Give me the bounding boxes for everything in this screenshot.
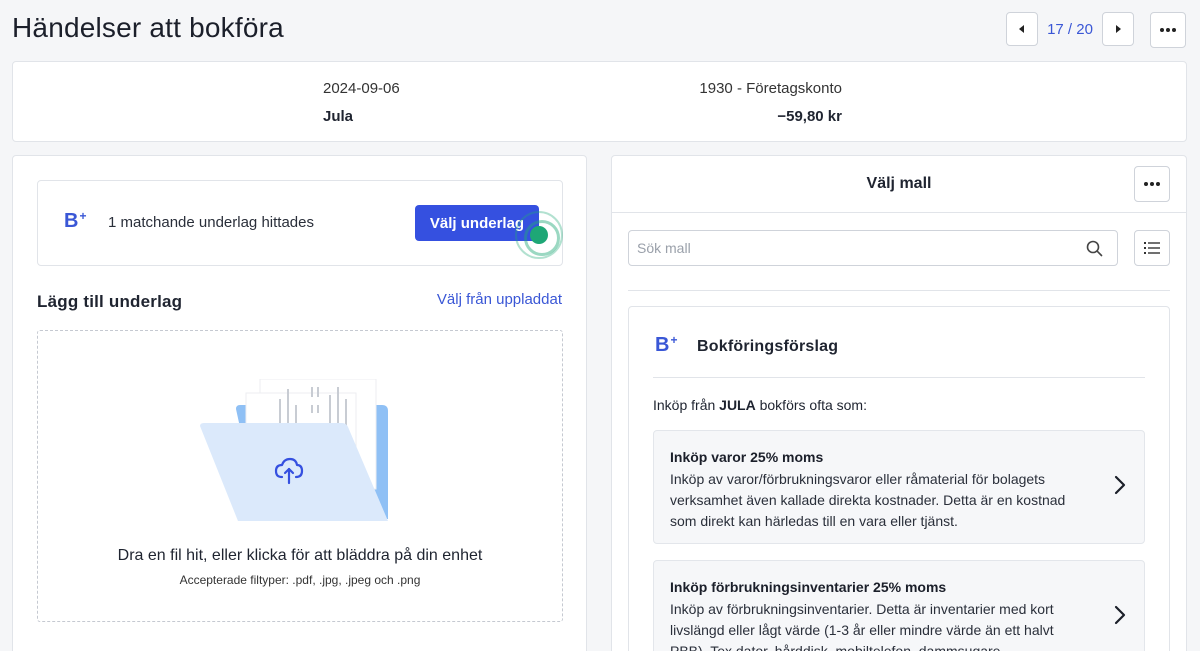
template-search-input[interactable] xyxy=(637,231,1077,265)
transaction-account: 1930 - Företagskonto xyxy=(699,80,842,97)
list-icon xyxy=(1144,242,1160,254)
transaction-amount: −59,80 kr xyxy=(777,108,842,125)
caret-left-icon xyxy=(1019,25,1024,33)
option-description: Inköp av varor/förbrukningsvaror eller r… xyxy=(670,471,1066,529)
file-dropzone[interactable]: Dra en fil hit, eller klicka för att blä… xyxy=(37,330,563,622)
more-dots-icon xyxy=(1144,182,1160,186)
accepted-filetypes: Accepterade filtyper: .pdf, .jpg, .jpeg … xyxy=(179,573,421,587)
list-view-button[interactable] xyxy=(1134,230,1170,266)
divider xyxy=(653,377,1145,378)
previous-button[interactable] xyxy=(1006,12,1038,46)
add-attachment-heading: Lägg till underlag xyxy=(37,292,183,311)
transaction-merchant: Jula xyxy=(323,108,354,125)
chevron-right-icon xyxy=(1114,475,1126,495)
choose-from-uploaded-link[interactable]: Välj från uppladdat xyxy=(437,291,562,308)
page: Händelser att bokföra 17 / 20 2024-09-06… xyxy=(0,0,1200,651)
option-description: Inköp av förbrukningsinventarier. Detta … xyxy=(670,601,1054,651)
option-title: Inköp varor 25% moms xyxy=(670,449,824,465)
more-dots-icon xyxy=(1160,28,1176,32)
page-title: Händelser att bokföra xyxy=(12,12,284,43)
transaction-summary: 2024-09-06 Jula 1930 - Företagskonto −59… xyxy=(12,61,1187,142)
option-title: Inköp förbrukningsinventarier 25% moms xyxy=(670,579,947,595)
template-panel: Välj mall B+ Bokföringsförslag xyxy=(611,155,1187,651)
suggestions-intro: Inköp från JULA bokförs ofta som: xyxy=(653,397,867,413)
template-panel-header: Välj mall xyxy=(612,156,1186,213)
click-indicator-icon xyxy=(515,211,563,259)
pager-position: 17 / 20 xyxy=(1047,20,1093,38)
search-icon[interactable] xyxy=(1086,240,1103,257)
header-more-button[interactable] xyxy=(1150,12,1186,48)
dropzone-instruction: Dra en fil hit, eller klicka för att blä… xyxy=(117,547,483,564)
b-plus-logo-icon: B + xyxy=(655,333,678,356)
next-button[interactable] xyxy=(1102,12,1134,46)
bookkeeping-suggestions: B + Bokföringsförslag Inköp från JULA bok… xyxy=(628,306,1170,651)
attachment-panel: B + 1 matchande underlag hittades Välj un… xyxy=(12,155,587,651)
suggestions-title: Bokföringsförslag xyxy=(697,338,839,355)
template-more-button[interactable] xyxy=(1134,166,1170,202)
suggestion-option[interactable]: Inköp varor 25% moms Inköp av varor/förb… xyxy=(653,430,1145,544)
transaction-date: 2024-09-06 xyxy=(323,80,400,97)
caret-right-icon xyxy=(1116,25,1121,33)
folder-upload-icon xyxy=(200,379,388,521)
template-panel-title: Välj mall xyxy=(866,175,932,192)
divider xyxy=(628,290,1170,291)
suggestion-option[interactable]: Inköp förbrukningsinventarier 25% moms I… xyxy=(653,560,1145,651)
pager: 17 / 20 xyxy=(1006,12,1134,46)
b-plus-logo-icon: B + xyxy=(64,209,87,232)
match-notice: B + 1 matchande underlag hittades Välj un… xyxy=(37,180,563,266)
chevron-right-icon xyxy=(1114,605,1126,625)
match-text: 1 matchande underlag hittades xyxy=(108,214,314,231)
template-search xyxy=(628,230,1118,266)
